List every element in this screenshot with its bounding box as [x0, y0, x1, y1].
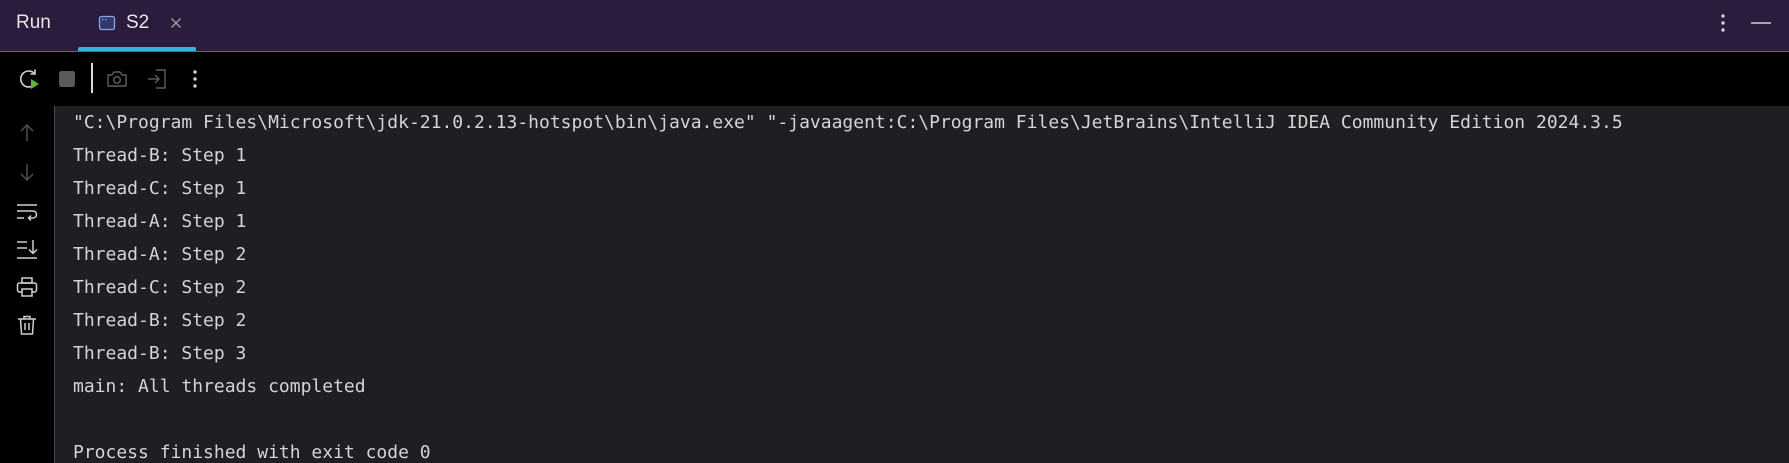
- console-line: main: All threads completed: [73, 376, 366, 397]
- console-output[interactable]: "C:\Program Files\Microsoft\jdk-21.0.2.1…: [55, 106, 1789, 463]
- exit-layout-icon[interactable]: [144, 66, 170, 92]
- scroll-to-end-icon[interactable]: [14, 236, 40, 262]
- rerun-icon[interactable]: [16, 66, 42, 92]
- run-tool-window: Run S2 "C:\Program Files\Microsoft\jdk-2…: [0, 0, 1789, 463]
- run-title-bar: Run S2: [0, 0, 1789, 52]
- console-line: Thread-C: Step 2: [73, 277, 247, 298]
- console-line: Thread-A: Step 1: [73, 211, 247, 232]
- arrow-up-icon[interactable]: [14, 120, 40, 146]
- tool-window-title: Run: [16, 12, 51, 33]
- toolbar-separator: [91, 63, 93, 93]
- close-icon[interactable]: [166, 13, 186, 33]
- console-side-toolbar: [0, 106, 55, 463]
- stop-icon[interactable]: [54, 66, 80, 92]
- print-icon[interactable]: [14, 274, 40, 300]
- console-line-command: "C:\Program Files\Microsoft\jdk-21.0.2.1…: [73, 112, 1623, 133]
- trash-icon[interactable]: [14, 312, 40, 338]
- arrow-down-icon[interactable]: [14, 159, 40, 185]
- soft-wrap-icon[interactable]: [14, 198, 40, 224]
- more-options-icon[interactable]: [1714, 10, 1732, 36]
- run-toolbar: [0, 52, 1789, 106]
- minimize-icon[interactable]: [1748, 10, 1774, 36]
- console-line: Thread-B: Step 1: [73, 145, 247, 166]
- console-line: Thread-A: Step 2: [73, 244, 247, 265]
- active-tab-indicator: [78, 47, 196, 51]
- console-line-exit-status: Process finished with exit code 0: [73, 442, 431, 463]
- console-line: Thread-B: Step 2: [73, 310, 247, 331]
- tab-label: S2: [126, 12, 150, 33]
- kebab-icon[interactable]: [182, 66, 208, 92]
- console-line: Thread-B: Step 3: [73, 343, 247, 364]
- console-line: Thread-C: Step 1: [73, 178, 247, 199]
- tab-s2[interactable]: S2: [78, 0, 196, 51]
- console-window-icon: [98, 14, 116, 32]
- camera-icon[interactable]: [104, 66, 130, 92]
